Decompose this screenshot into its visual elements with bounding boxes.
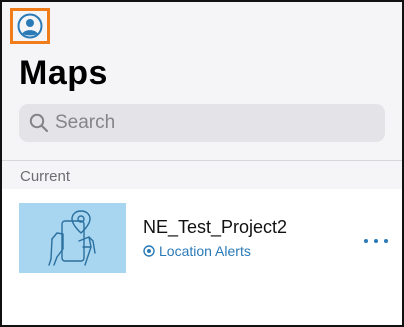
badge-label: Location Alerts (159, 243, 251, 259)
section-header: Current (2, 161, 402, 189)
more-horizontal-icon (364, 239, 368, 243)
more-dot (384, 239, 388, 243)
section-label: Current (20, 168, 71, 185)
header-area: Maps Search (2, 2, 402, 160)
app-window: Maps Search Current NE_Test_Project2 Loc… (0, 0, 404, 327)
map-name: NE_Test_Project2 (143, 217, 288, 237)
map-thumbnail (19, 203, 126, 273)
profile-button[interactable] (10, 8, 50, 44)
location-alerts-badge: Location Alerts (143, 243, 251, 259)
maps-list: NE_Test_Project2 Location Alerts (2, 189, 402, 325)
search-placeholder: Search (55, 112, 116, 133)
user-circle-icon (17, 13, 43, 39)
map-list-item[interactable]: NE_Test_Project2 Location Alerts (2, 201, 402, 275)
location-target-icon (143, 245, 155, 257)
search-field[interactable]: Search (19, 104, 385, 142)
page-title: Maps (19, 54, 108, 92)
more-dot (374, 239, 378, 243)
search-icon (29, 113, 49, 133)
more-options-button[interactable] (364, 234, 388, 248)
